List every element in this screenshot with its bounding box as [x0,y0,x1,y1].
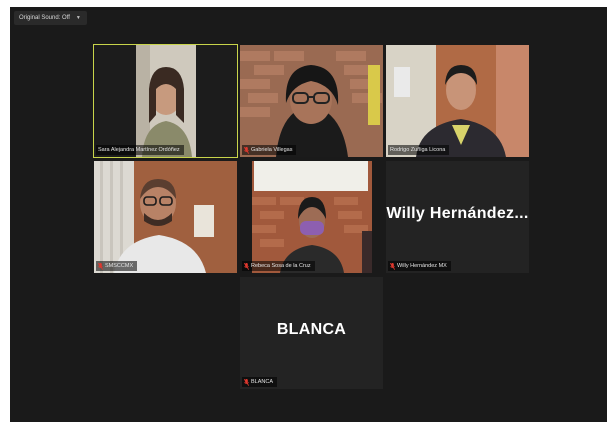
participant-name: Willy Hernández MX [397,263,447,269]
mic-muted-icon [244,378,249,386]
participant-display-name: BLANCA [276,321,347,338]
participant-tile[interactable]: SMSCCMX [94,161,237,273]
participant-tile[interactable]: Willy Hernández... Willy Hernández MX [386,161,529,273]
mic-muted-icon [244,262,249,270]
meeting-window: Original Sound: Off ▼ Sara Alejandra Mar… [10,7,607,422]
participant-video [240,45,383,157]
participant-tile[interactable]: Sara Alejandra Martínez Ordóñez [93,44,238,158]
participant-tile[interactable]: BLANCA BLANCA [240,277,383,389]
participant-name-bar: Willy Hernández MX [388,261,451,271]
mic-muted-icon [390,262,395,270]
participant-video [240,161,383,273]
participant-name: Gabriela Villegas [251,147,293,153]
participant-name: SMSCCMX [105,263,134,269]
participant-name-bar: Sara Alejandra Martínez Ordóñez [96,145,184,155]
participant-name-bar: SMSCCMX [96,261,138,271]
participant-tile[interactable]: Gabriela Villegas [240,45,383,157]
participant-name-bar: Rodrigo Zuñiga Licona [388,145,450,155]
participant-tile[interactable]: Rodrigo Zuñiga Licona [386,45,529,157]
participant-name: Rodrigo Zuñiga Licona [390,147,446,153]
mic-muted-icon [98,262,103,270]
participant-video [94,45,237,157]
participant-name: BLANCA [251,379,274,385]
mic-muted-icon [244,146,249,154]
participant-display-name: Willy Hernández... [386,205,529,222]
participant-video [94,161,237,273]
original-sound-toggle[interactable]: Original Sound: Off ▼ [14,11,87,25]
participant-name-bar: Gabriela Villegas [242,145,297,155]
participant-name-bar: BLANCA [242,377,278,387]
participant-name: Sara Alejandra Martínez Ordóñez [98,147,180,153]
participant-name: Rebeca Sosa de la Cruz [251,263,311,269]
chevron-down-icon[interactable]: ▼ [76,11,81,25]
participant-name-bar: Rebeca Sosa de la Cruz [242,261,315,271]
participant-tile[interactable]: Rebeca Sosa de la Cruz [240,161,383,273]
original-sound-label: Original Sound: Off [19,15,70,21]
participant-video [386,45,529,157]
